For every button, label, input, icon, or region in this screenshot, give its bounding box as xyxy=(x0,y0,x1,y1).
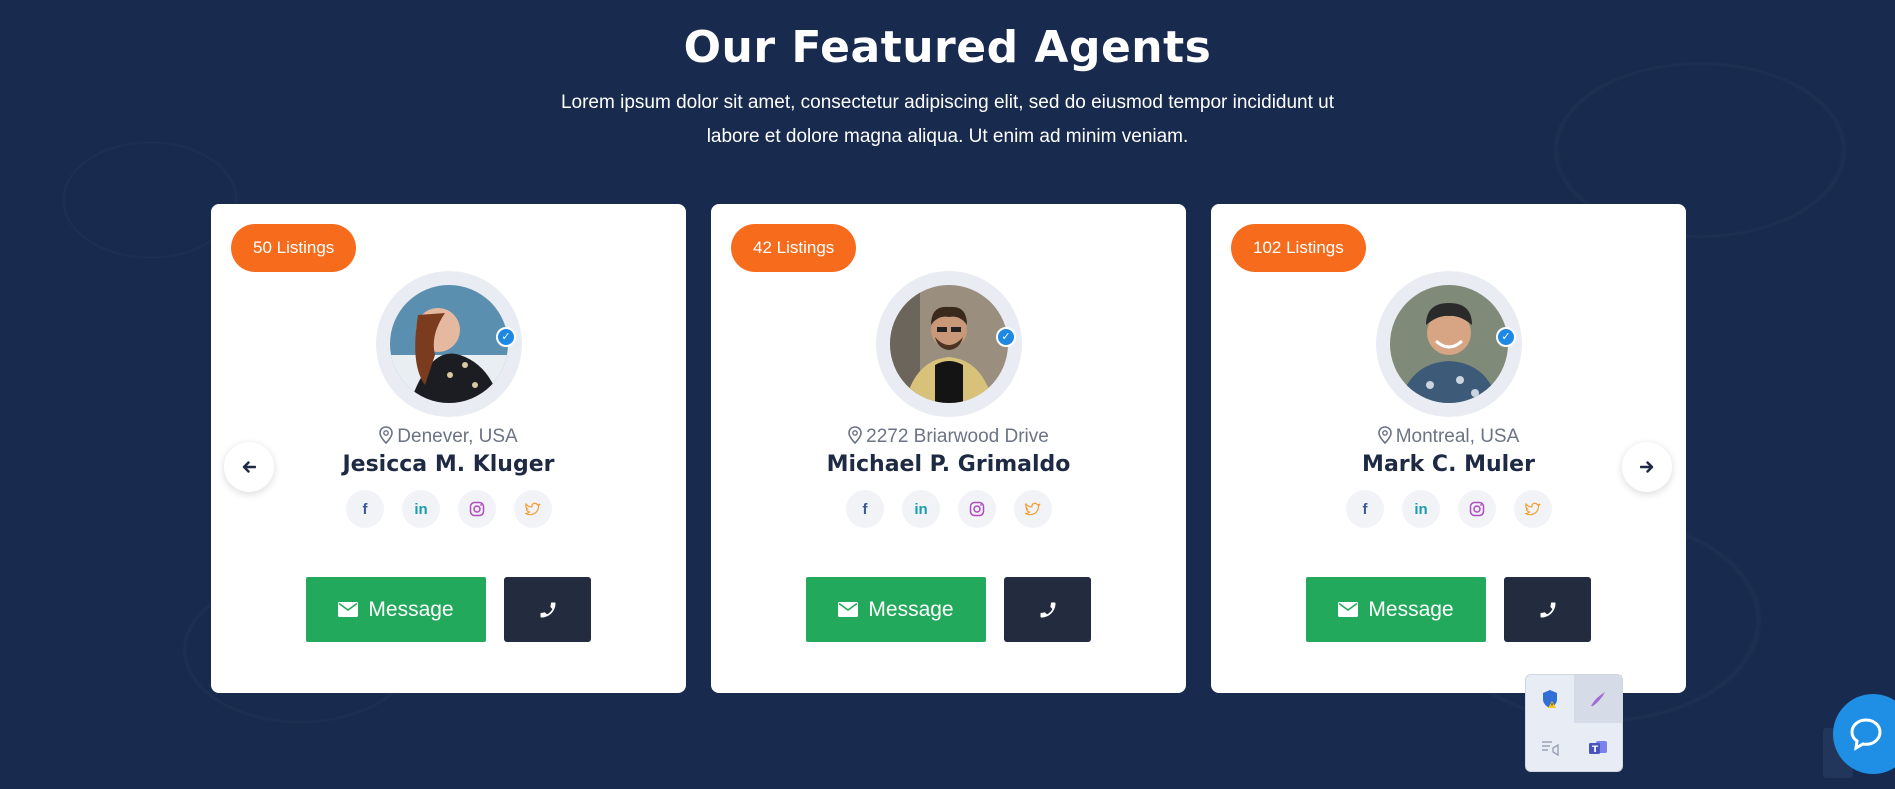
message-button[interactable]: Message xyxy=(806,577,986,642)
avatar[interactable] xyxy=(390,285,508,403)
message-button[interactable]: Message xyxy=(306,577,486,642)
avatar[interactable] xyxy=(890,285,1008,403)
message-label: Message xyxy=(368,597,454,621)
tray-item-security[interactable] xyxy=(1526,675,1574,723)
message-label: Message xyxy=(868,597,954,621)
call-button[interactable] xyxy=(1004,577,1091,642)
social-links: f in xyxy=(846,490,1052,528)
agent-card: 42 Listings ✓ 2272 Briarwood Drive Micha… xyxy=(711,204,1186,693)
linkedin-icon[interactable]: in xyxy=(1402,490,1440,528)
location-pin-icon xyxy=(379,426,394,444)
linkedin-icon[interactable]: in xyxy=(902,490,940,528)
phone-icon xyxy=(540,602,555,617)
envelope-icon xyxy=(838,602,859,617)
agent-name[interactable]: Mark C. Muler xyxy=(1211,452,1686,477)
location-text: Denever, USA xyxy=(397,426,518,447)
location-text: Montreal, USA xyxy=(1395,426,1520,447)
avatar-frame: ✓ xyxy=(1376,271,1522,417)
description-line-2: labore et dolore magna aliqua. Ut enim a… xyxy=(706,126,1189,147)
chat-bubble-icon xyxy=(1850,718,1882,751)
avatar[interactable] xyxy=(1390,285,1508,403)
social-links: f in xyxy=(346,490,552,528)
twitter-icon[interactable] xyxy=(1014,490,1052,528)
tray-item-teams[interactable]: T xyxy=(1574,723,1622,771)
instagram-icon[interactable] xyxy=(958,490,996,528)
tray-item-dictation[interactable] xyxy=(1526,723,1574,771)
listings-badge[interactable]: 50 Listings xyxy=(231,224,357,272)
location-text: 2272 Briarwood Drive xyxy=(866,426,1049,447)
agent-location: 2272 Briarwood Drive xyxy=(711,426,1186,448)
tray-item-pen[interactable] xyxy=(1574,675,1622,723)
agent-name[interactable]: Michael P. Grimaldo xyxy=(711,452,1186,477)
teams-icon: T xyxy=(1589,741,1607,755)
facebook-icon[interactable]: f xyxy=(346,490,384,528)
linkedin-icon[interactable]: in xyxy=(402,490,440,528)
message-button[interactable]: Message xyxy=(1306,577,1486,642)
phone-icon xyxy=(1040,602,1055,617)
call-button[interactable] xyxy=(1504,577,1591,642)
social-links: f in xyxy=(1346,490,1552,528)
carousel-prev-button[interactable] xyxy=(224,442,274,492)
twitter-icon[interactable] xyxy=(514,490,552,528)
agent-card: 102 Listings ✓ Montreal, USA Mark C. Mul… xyxy=(1211,204,1686,693)
agent-location: Montreal, USA xyxy=(1211,426,1686,448)
shield-warning-icon xyxy=(1543,690,1557,708)
section-title: Our Featured Agents xyxy=(683,22,1212,73)
listings-badge[interactable]: 42 Listings xyxy=(731,224,857,272)
arrow-right-icon xyxy=(1640,461,1654,473)
envelope-icon xyxy=(338,602,359,617)
section-description: Lorem ipsum dolor sit amet, consectetur … xyxy=(545,86,1350,154)
instagram-icon[interactable] xyxy=(458,490,496,528)
twitter-icon[interactable] xyxy=(1514,490,1552,528)
instagram-icon[interactable] xyxy=(1458,490,1496,528)
svg-text:T: T xyxy=(1592,745,1599,755)
phone-icon xyxy=(1540,602,1555,617)
arrow-left-icon xyxy=(242,461,256,473)
agent-card: 50 Listings ✓ Denever, USA Jesicca M. Kl… xyxy=(211,204,686,693)
facebook-icon[interactable]: f xyxy=(1346,490,1384,528)
call-button[interactable] xyxy=(504,577,591,642)
avatar-frame: ✓ xyxy=(876,271,1022,417)
avatar-frame: ✓ xyxy=(376,271,522,417)
verified-badge-icon: ✓ xyxy=(1496,327,1516,347)
description-line-1: Lorem ipsum dolor sit amet, consectetur … xyxy=(560,92,1335,113)
dictation-icon xyxy=(1542,741,1559,757)
facebook-icon[interactable]: f xyxy=(846,490,884,528)
location-pin-icon xyxy=(848,426,862,444)
listings-badge[interactable]: 102 Listings xyxy=(1231,224,1366,272)
verified-badge-icon: ✓ xyxy=(496,327,516,347)
location-pin-icon xyxy=(1377,426,1392,444)
agent-location: Denever, USA xyxy=(211,426,686,448)
verified-badge-icon: ✓ xyxy=(996,327,1016,347)
system-tray-popup: T xyxy=(1525,674,1623,772)
envelope-icon xyxy=(1338,602,1359,617)
pen-icon xyxy=(1591,692,1605,706)
agent-name[interactable]: Jesicca M. Kluger xyxy=(211,452,686,477)
message-label: Message xyxy=(1368,597,1454,621)
carousel-next-button[interactable] xyxy=(1622,442,1672,492)
